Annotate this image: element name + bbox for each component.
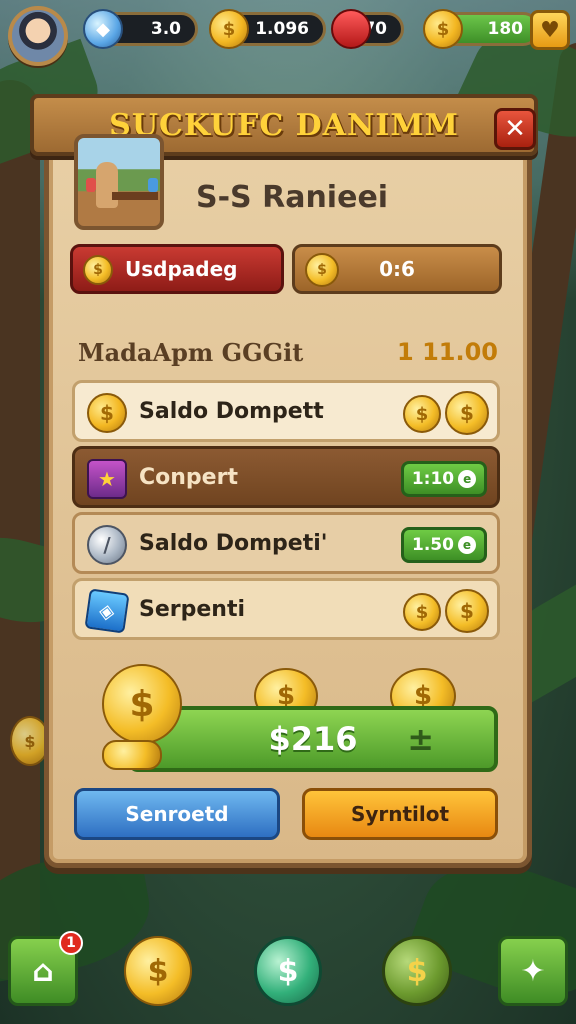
level-value: 3.0 [150,19,181,39]
coin-mini-icon: e [457,536,476,554]
coins-value: 1.096 [255,19,309,39]
gold-coin-icon: $ [147,953,169,989]
chest-icon: ★ [87,459,127,499]
upgrade-button-label: Usdpadeg [125,257,238,281]
list-item-label: Saldo Dompett [139,398,324,424]
nav-coins-button[interactable]: $ [124,936,192,1006]
price-badge[interactable]: 1.50 e [401,527,487,563]
gems-pill[interactable]: $ 180 [423,9,540,49]
trophy-icon: ✦ [520,953,546,989]
list-item-label: Serpenti [139,596,246,622]
gold-coin-icon: $ [403,593,441,631]
list-item[interactable]: ★ Conpert 1:10 e [72,446,500,508]
gold-coin-icon: $ [83,255,113,285]
coins-pill[interactable]: $ 1.096 [209,9,326,49]
heart-icon: ♥ [540,17,560,43]
shopkeeper-figure [96,162,118,208]
plus-icon: ± [407,720,434,758]
gold-coin-icon: $ [423,9,463,49]
gold-coin-icon: $ [87,393,127,433]
gold-coin-icon: $ [445,391,489,435]
jar [148,178,158,192]
total-purchase-button[interactable]: $216 ± [128,706,498,772]
list-header: MadaApm GGGit 1 11.00 [78,338,498,367]
dialog-subtitle: S-S Ranieei [196,180,389,215]
jar [86,178,96,192]
gold-coin-icon: $ [209,9,249,49]
coin-mini-icon: e [458,470,477,488]
list-item[interactable]: / Saldo Dompeti' 1.50 e [72,512,500,574]
rubies-pill[interactable]: 070 [331,9,404,49]
home-icon: ⌂ [32,953,54,989]
dollar-coin-icon: $ [277,953,299,989]
gold-coin-icon: $ [445,589,489,633]
notification-badge: 1 [59,931,83,955]
ruby-icon [331,9,371,49]
close-icon: ✕ [504,114,526,144]
list-item[interactable]: $ Saldo Dompett $ $ [72,380,500,442]
list-item[interactable]: ◈ Serpenti $ $ [72,578,500,640]
confirm-button-label: Syrntilot [350,802,450,826]
list-header-value: 1 11.00 [397,338,498,366]
nav-shop-button[interactable]: $ [254,936,322,1006]
price-badge[interactable]: 1:10 e [401,461,487,497]
blue-cube-icon: ◈ [84,588,130,634]
close-button[interactable]: ✕ [494,108,536,150]
list-header-label: MadaApm GGGit [78,338,304,367]
shop-table [112,192,158,200]
confirm-button[interactable]: Syrntilot [302,788,498,840]
timer-button-label: 0:6 [379,257,415,281]
tree-trunk [0,80,40,980]
list-item-label: Conpert [139,464,238,490]
wallet-list: MadaApm GGGit 1 11.00 $ Saldo Dompett $ … [66,324,510,654]
level-pill: ◆ 3.0 [83,9,198,49]
silver-coin-icon: / [87,525,127,565]
cancel-button[interactable]: Senroetd [74,788,280,840]
heart-button[interactable]: ♥ [530,10,570,50]
dollar-coin-icon: $ [406,953,428,989]
coin-stack-icon: $ [305,253,339,287]
coin-stack-base [102,740,162,770]
total-value: $216 [268,720,358,758]
gold-coin-icon: $ [403,395,441,433]
upgrade-button[interactable]: $ Usdpadeg [70,244,284,294]
nav-rewards-button[interactable]: ✦ [498,936,568,1006]
shop-thumbnail [74,134,164,230]
player-avatar[interactable] [8,6,68,66]
list-item-label: Saldo Dompeti' [139,530,328,556]
cancel-button-label: Senroetd [125,802,229,826]
top-hud: ◆ 3.0 $ 1.096 070 $ 180 ♥ [6,6,570,66]
gems-value: 180 [487,19,524,39]
nav-home-button[interactable]: ⌂ 1 [8,931,83,1006]
nav-bank-button[interactable]: $ [382,936,452,1006]
gold-coin-stack-icon: $ [102,664,182,744]
price-badge-value: 1.50 [412,535,454,555]
level-icon: ◆ [83,9,123,49]
timer-button[interactable]: $ 0:6 [292,244,502,294]
price-badge-value: 1:10 [411,469,455,489]
